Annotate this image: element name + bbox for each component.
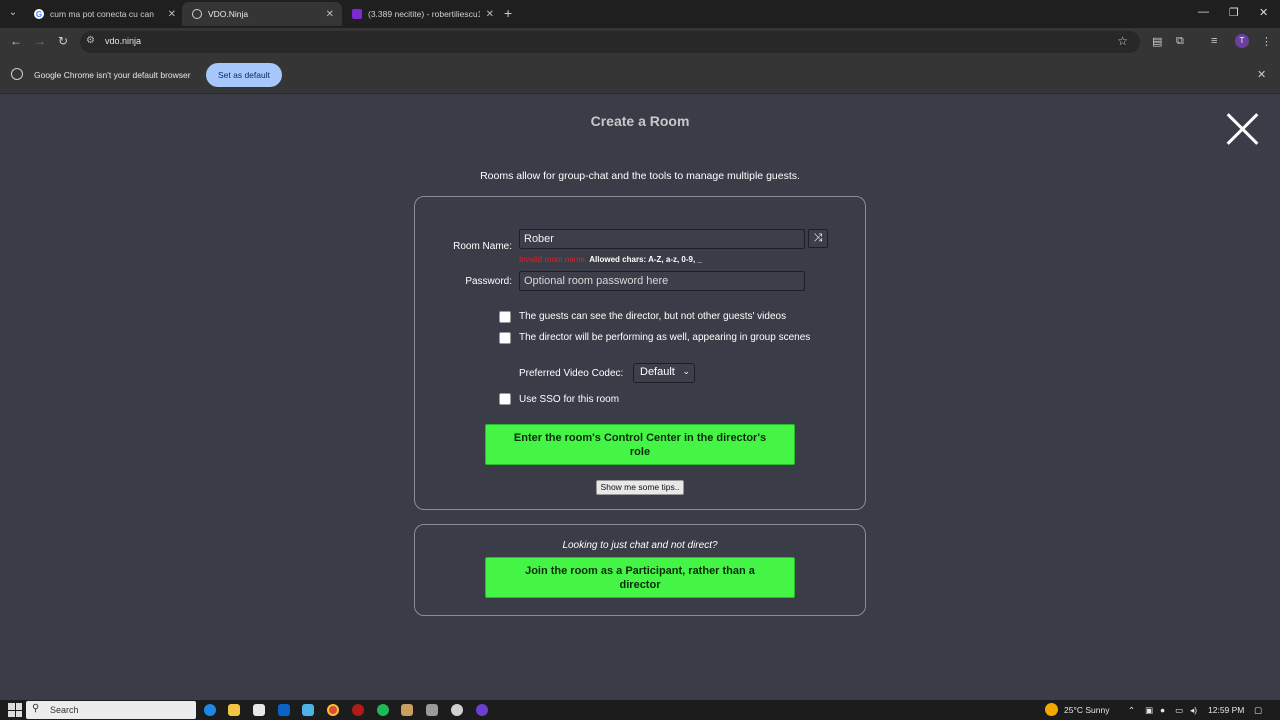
codec-label: Preferred Video Codec: [519,368,624,379]
notifications-icon[interactable]: ▢ [1254,705,1262,716]
shuffle-icon[interactable]: ⤨ [808,229,828,248]
obs-icon[interactable] [451,704,463,716]
tab-title: (3.389 necitite) - robertiliescu1( [368,9,480,19]
volume-icon[interactable]: ◂) [1190,705,1197,716]
use-sso-checkbox[interactable] [499,393,511,405]
tab-title: VDO.Ninja [208,9,249,19]
maximize-icon[interactable]: ❐ [1229,6,1239,19]
teams-icon[interactable] [476,704,488,716]
audio-app-icon[interactable] [426,704,438,716]
room-name-label: Room Name: [453,241,512,252]
looking-to-chat-text: Looking to just chat and not direct? [562,540,718,551]
default-browser-infobar: Google Chrome isn't your default browser… [0,56,1280,94]
invalid-room-name-text: Invalid room name. [519,255,588,264]
tray-overflow-icon[interactable]: ⌃ [1128,705,1135,716]
taskbar-search-box[interactable]: ⚲ Search [26,701,196,719]
extensions-icon[interactable]: ⧉ [1176,35,1184,48]
reload-icon[interactable]: ↻ [58,34,68,48]
back-icon[interactable]: ← [10,34,22,48]
tab-search-icon[interactable]: ⌄ [4,4,22,22]
yahoo-mail-icon [352,9,362,19]
director-performing-checkbox[interactable] [499,332,511,344]
microphone-icon[interactable]: ● [1160,705,1165,715]
store-icon[interactable] [253,704,265,716]
close-icon[interactable] [1222,108,1264,150]
media-controls-icon[interactable]: ≡ [1211,35,1217,47]
show-tips-button[interactable]: Show me some tips.. [596,480,684,495]
new-tab-button[interactable]: + [504,5,512,21]
browser-toolbar: ← → ↻ ⚙ vdo.ninja ☆ ▤ ⧉ ≡ ⋮ [0,28,1280,56]
search-icon: ⚲ [32,703,40,714]
page-description: Rooms allow for group-chat and the tools… [480,170,800,182]
room-name-input[interactable] [519,229,805,249]
set-as-default-button[interactable]: Set as default [206,63,282,87]
spotify-icon[interactable] [377,704,389,716]
infobar-message: Google Chrome isn't your default browser [34,70,191,80]
use-sso-label: Use SSO for this room [519,394,620,405]
opera-icon[interactable] [352,704,364,716]
enter-director-button[interactable]: Enter the room's Control Center in the d… [485,424,795,465]
page-title: Create a Room [590,113,690,129]
google-icon: G [34,9,44,19]
file-explorer-icon[interactable] [228,704,240,716]
remote-desktop-icon[interactable] [302,704,314,716]
weather-icon [1045,703,1058,716]
taskbar-search-label: Search [50,705,79,715]
tab-title: cum ma pot conecta cu can [50,9,154,19]
chrome-taskbar-icon[interactable] [327,704,339,716]
join-participant-button[interactable]: Join the room as a Participant, rather t… [485,557,795,598]
profile-avatar[interactable]: T [1235,34,1249,48]
room-name-validation: Invalid room name. Allowed chars: A-Z, a… [519,255,702,264]
chrome-icon [11,68,23,80]
address-bar[interactable]: ⚙ vdo.ninja ☆ [80,31,1140,53]
url-text: vdo.ninja [105,36,142,46]
director-performing-label: The director will be performing as well,… [519,332,811,343]
tab-vdo-ninja[interactable]: VDO.Ninja ✕ [182,2,342,26]
tab-yahoo-mail[interactable]: (3.389 necitite) - robertiliescu1( ✕ [342,2,502,26]
password-label: Password: [465,276,512,287]
close-window-icon[interactable]: ✕ [1259,6,1268,19]
password-input[interactable] [519,271,805,291]
site-info-icon[interactable]: ⚙ [86,35,95,46]
weather-text: 25°C Sunny [1064,705,1110,715]
app-icon[interactable] [401,704,413,716]
tray-app-icon[interactable]: ▣ [1145,705,1153,716]
tab-google-search[interactable]: G cum ma pot conecta cu can ✕ [24,2,184,26]
codec-select[interactable]: Default ⌄ [633,363,695,383]
clock-time[interactable]: 12:59 PM [1208,705,1244,715]
guests-see-director-label: The guests can see the director, but not… [519,311,787,322]
bookmark-star-icon[interactable]: ☆ [1117,34,1128,48]
chevron-down-icon: ⌄ [682,366,690,376]
minimize-icon[interactable]: — [1198,6,1209,18]
globe-icon [192,9,202,19]
edge-icon[interactable] [204,704,216,716]
network-icon[interactable]: ▭ [1175,705,1183,716]
close-tab-icon[interactable]: ✕ [486,9,494,20]
close-infobar-icon[interactable]: ✕ [1257,68,1266,81]
reading-list-icon[interactable]: ▤ [1152,35,1162,48]
close-tab-icon[interactable]: ✕ [326,9,334,20]
windows-taskbar: ⚲ Search 25°C Sunny ⌃ ▣ ● ▭ ◂) 12:59 PM … [0,700,1280,720]
codec-selected-value: Default [640,366,675,378]
tab-strip: ⌄ G cum ma pot conecta cu can ✕ VDO.Ninj… [0,0,1280,28]
forward-icon[interactable]: → [34,34,46,48]
windows-start-icon[interactable] [8,703,22,717]
allowed-chars-text: Allowed chars: A-Z, a-z, 0-9, _ [589,255,702,264]
outlook-icon[interactable] [278,704,290,716]
close-tab-icon[interactable]: ✕ [168,9,176,20]
guests-see-director-checkbox[interactable] [499,311,511,323]
menu-icon[interactable]: ⋮ [1261,35,1272,48]
